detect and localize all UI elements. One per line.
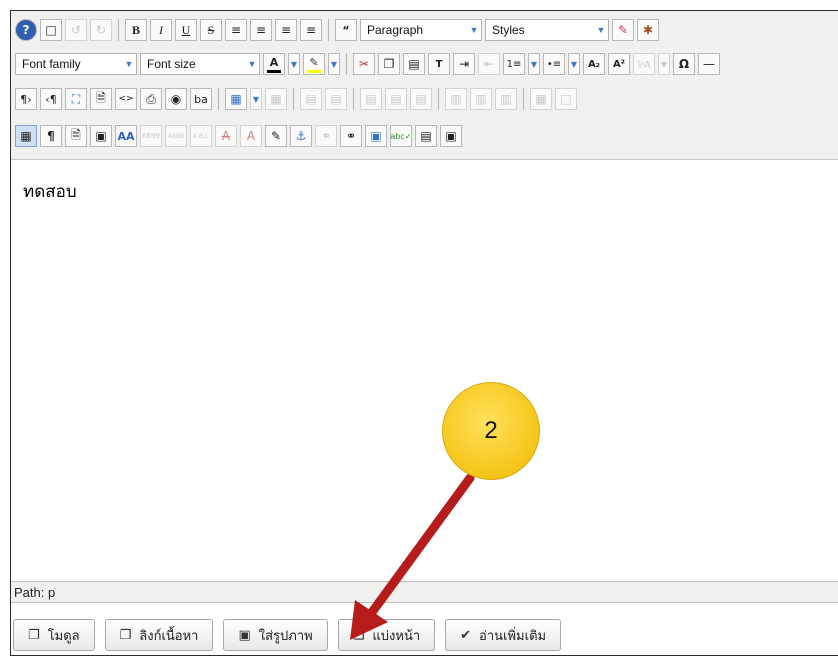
step-number-badge: 2 (442, 382, 540, 480)
callout-arrow (350, 473, 475, 640)
